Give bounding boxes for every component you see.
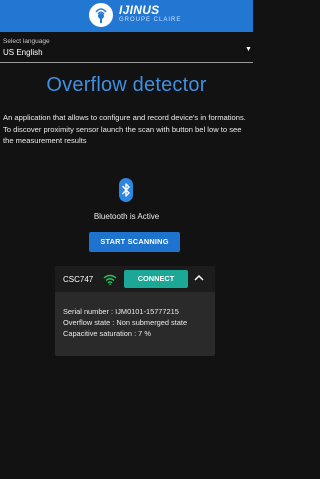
device-details: Serial number : IJM0101-15777215 Overflo… (63, 306, 187, 339)
start-scanning-button[interactable]: START SCANNING (89, 232, 180, 252)
language-select-value[interactable]: US English (3, 48, 43, 57)
signal-strength-icon (103, 274, 117, 285)
logo-title: IJINUS (119, 3, 160, 17)
language-select-label: Select language (3, 38, 50, 45)
overflow-state: Overflow state : Non submerged state (63, 318, 188, 327)
device-name: CSC747 (63, 275, 94, 284)
page-title: Overflow detector (46, 74, 207, 96)
logo-subtitle: GROUPE CLAIRE (119, 17, 182, 23)
app-header: IJINUS GROUPE CLAIRE (0, 0, 253, 32)
page-description: An application that allows to configure … (3, 112, 251, 147)
description-text-2: To discover proximity sensor launch the … (3, 124, 242, 146)
logo-emblem-icon (89, 3, 113, 27)
device-card-header: CSC747 CONNECT (55, 266, 215, 292)
ijinus-logo: IJINUS GROUPE CLAIRE (89, 3, 199, 29)
serial-number: Serial number : IJM0101-15777215 (63, 307, 179, 316)
chevron-up-icon[interactable] (194, 274, 204, 282)
language-select-underline (0, 62, 253, 63)
capacitive-saturation: Capacitive saturation : 7 % (63, 329, 151, 338)
connect-button[interactable]: CONNECT (124, 270, 188, 288)
device-card: CSC747 CONNECT Serial number : IJM0101-1… (55, 266, 215, 356)
language-select[interactable]: Select language US English ▼ (0, 36, 253, 64)
description-text-1: An application that allows to configure … (3, 113, 246, 122)
bluetooth-icon (119, 178, 133, 202)
dropdown-caret-icon[interactable]: ▼ (245, 46, 252, 53)
bluetooth-status: Bluetooth is Active (93, 212, 160, 221)
